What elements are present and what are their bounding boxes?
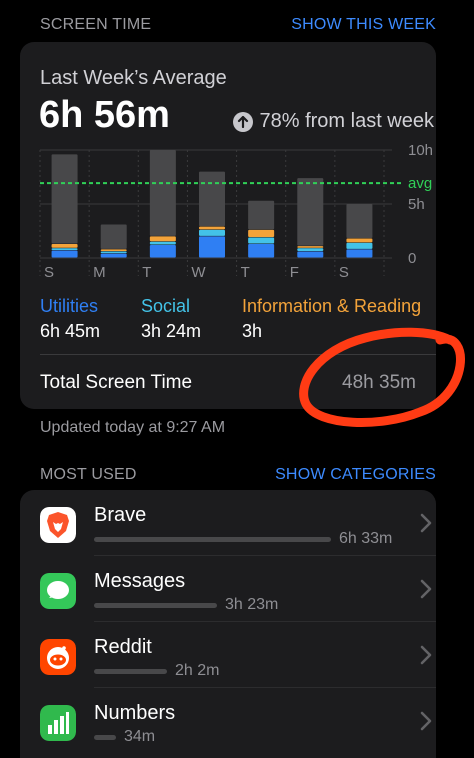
arrow-up-circle-icon bbox=[233, 111, 254, 132]
bar-segment bbox=[346, 249, 373, 258]
bar-segment bbox=[248, 237, 275, 244]
legend-information-value: 3h bbox=[242, 321, 263, 341]
summary-card: Last Week’s Average 6h 56m 78% from last… bbox=[20, 42, 436, 409]
bar-segment bbox=[199, 229, 225, 236]
chevron-right-icon bbox=[420, 513, 432, 533]
app-row-numbers[interactable]: Numbers 34m bbox=[20, 688, 436, 754]
app-name-messages: Messages bbox=[94, 570, 186, 592]
x-tick-label: M bbox=[93, 264, 106, 280]
legend-information-name: Information & Reading bbox=[242, 296, 422, 316]
summary-divider bbox=[40, 354, 436, 355]
bar-segment bbox=[248, 243, 275, 258]
weekly-bar-chart: 10h 5h 0 S M T W T F Savg bbox=[39, 142, 433, 280]
legend-social-name: Social bbox=[141, 296, 191, 316]
y-tick-label: 10h bbox=[408, 142, 433, 159]
bar-segment bbox=[199, 171, 225, 227]
legend-information: Information & Reading 3h bbox=[242, 296, 421, 342]
x-tick-label: T bbox=[142, 264, 151, 280]
usage-time-brave: 6h 33m bbox=[339, 530, 393, 547]
x-tick-label: T bbox=[241, 264, 250, 280]
brave-lion-icon bbox=[40, 507, 76, 543]
usage-bar-messages bbox=[94, 603, 217, 608]
most-used-apps-list: Brave 6h 33m Messages 3h 23m Reddit 2h 2… bbox=[20, 490, 436, 758]
bar-segment bbox=[346, 204, 373, 239]
trend-text: 78% from last week bbox=[259, 110, 434, 132]
reddit-alien-icon bbox=[40, 639, 76, 675]
app-name-numbers: Numbers bbox=[94, 702, 176, 724]
usage-bar-brave bbox=[94, 537, 331, 542]
y-tick-label: 5h bbox=[408, 196, 425, 213]
legend-utilities-value: 6h 45m bbox=[40, 321, 101, 341]
bar-segment bbox=[51, 250, 78, 258]
bar-segment bbox=[199, 226, 225, 230]
most-used-header: MOST USED SHOW CATEGORIES bbox=[0, 458, 474, 488]
show-this-week-button[interactable]: SHOW THIS WEEK bbox=[291, 16, 436, 34]
average-label: avg bbox=[408, 175, 432, 192]
total-screen-time-label: Total Screen Time bbox=[40, 372, 193, 393]
bar-segment bbox=[100, 251, 127, 254]
bar-segment bbox=[100, 253, 127, 258]
usage-time-reddit: 2h 2m bbox=[175, 662, 220, 679]
chevron-right-icon bbox=[420, 645, 432, 665]
chevron-right-icon bbox=[420, 579, 432, 599]
messages-bubble-icon bbox=[40, 573, 76, 609]
show-categories-button[interactable]: SHOW CATEGORIES bbox=[275, 466, 436, 484]
usage-time-messages: 3h 23m bbox=[225, 596, 279, 613]
bar-segment bbox=[346, 242, 373, 249]
bar-segment bbox=[149, 241, 176, 245]
usage-bar-reddit bbox=[94, 669, 167, 674]
most-used-title: MOST USED bbox=[40, 466, 137, 483]
bar-segment bbox=[149, 150, 176, 236]
legend-social-value: 3h 24m bbox=[141, 321, 202, 341]
usage-time-numbers: 34m bbox=[124, 728, 156, 745]
legend-social: Social 3h 24m bbox=[141, 296, 201, 342]
usage-bar-numbers bbox=[94, 735, 116, 740]
bar-segment bbox=[297, 246, 324, 248]
legend-utilities: Utilities 6h 45m bbox=[40, 296, 100, 342]
x-tick-label: S bbox=[339, 264, 349, 280]
bar-segment bbox=[51, 154, 78, 244]
chevron-right-icon bbox=[420, 711, 432, 731]
bar-segment bbox=[346, 238, 373, 243]
average-value: 6h 56m bbox=[39, 94, 170, 136]
app-row-messages[interactable]: Messages 3h 23m bbox=[20, 556, 436, 622]
trend-indicator: 78% from last week bbox=[233, 110, 434, 133]
x-tick-label: F bbox=[290, 264, 299, 280]
bar-segment bbox=[297, 251, 324, 258]
bar-segment bbox=[297, 178, 324, 246]
app-row-brave[interactable]: Brave 6h 33m bbox=[20, 490, 436, 556]
app-row-reddit[interactable]: Reddit 2h 2m bbox=[20, 622, 436, 688]
bar-segment bbox=[199, 236, 225, 258]
screen-time-header: SCREEN TIME SHOW THIS WEEK bbox=[0, 8, 474, 38]
app-name-reddit: Reddit bbox=[94, 636, 152, 658]
bar-segment bbox=[51, 248, 78, 250]
bar-segment bbox=[149, 236, 176, 242]
x-tick-label: W bbox=[191, 264, 206, 280]
numbers-chart-icon bbox=[40, 705, 76, 741]
app-name-brave: Brave bbox=[94, 504, 147, 526]
bar-segment bbox=[248, 229, 275, 237]
screen-time-title: SCREEN TIME bbox=[40, 16, 152, 33]
bar-segment bbox=[100, 224, 127, 249]
bar-segment bbox=[51, 243, 78, 248]
updated-timestamp: Updated today at 9:27 AM bbox=[40, 419, 226, 436]
bar-segment bbox=[100, 249, 127, 252]
bar-segment bbox=[297, 248, 324, 252]
y-tick-label: 0 bbox=[408, 250, 416, 267]
total-screen-time-value: 48h 35m bbox=[342, 372, 416, 393]
bar-segment bbox=[149, 245, 176, 258]
x-tick-label: S bbox=[44, 264, 54, 280]
average-label: Last Week’s Average bbox=[40, 67, 227, 89]
bar-segment bbox=[248, 200, 275, 230]
legend-utilities-name: Utilities bbox=[40, 296, 99, 316]
